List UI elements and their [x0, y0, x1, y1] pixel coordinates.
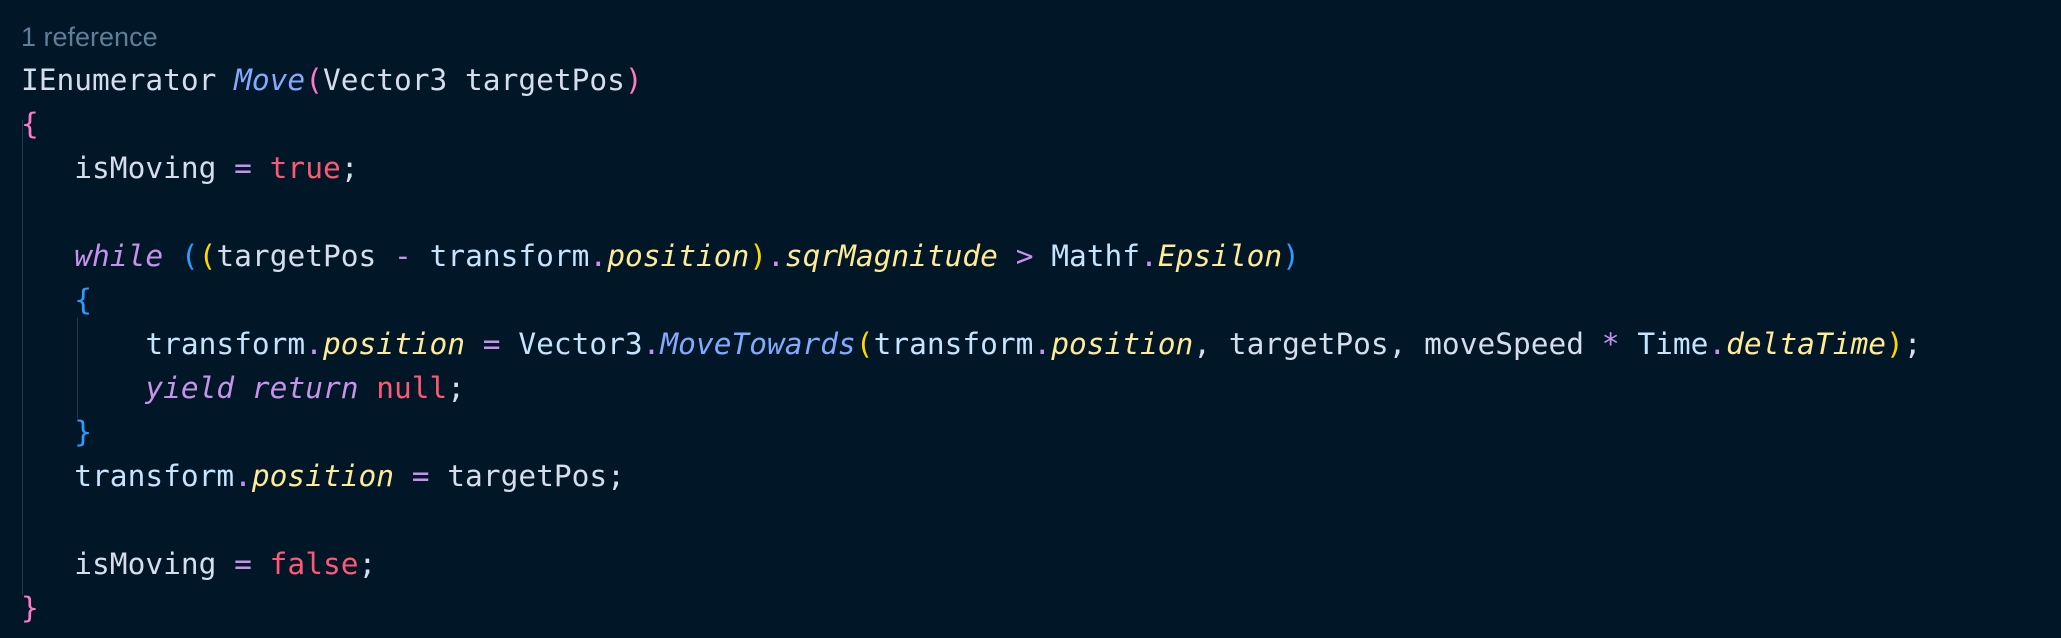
- codelens-references[interactable]: 1 reference: [21, 22, 158, 53]
- code-token: Mathf: [1051, 239, 1141, 273]
- code-token: =: [216, 151, 270, 185]
- code-token: false: [269, 547, 359, 581]
- code-token: true: [269, 151, 341, 185]
- code-line[interactable]: transform.position = Vector3.MoveTowards…: [21, 322, 1922, 366]
- code-token: , targetPos, moveSpeed: [1193, 327, 1585, 361]
- code-token: sqrMagnitude: [784, 239, 998, 273]
- code-token: .: [1708, 327, 1727, 361]
- code-token: transform: [21, 459, 235, 493]
- code-token: transform: [21, 327, 306, 361]
- code-token: position: [251, 459, 394, 493]
- code-token: .: [1140, 239, 1158, 273]
- code-token: Move: [234, 63, 306, 97]
- code-token: .: [642, 327, 661, 361]
- code-token: targetPos: [216, 239, 377, 273]
- code-token: Time: [1637, 327, 1709, 361]
- code-token: .: [589, 239, 608, 273]
- code-token: position: [322, 327, 466, 361]
- code-token: ): [749, 239, 768, 273]
- code-token: Vector3: [322, 63, 448, 97]
- code-token: ;: [607, 459, 625, 493]
- code-token: .: [234, 459, 252, 493]
- code-token: }: [74, 415, 93, 449]
- code-line[interactable]: }: [21, 586, 39, 630]
- code-token: (: [855, 327, 874, 361]
- code-token: isMoving: [21, 151, 217, 185]
- code-token: ): [624, 63, 643, 97]
- code-token: while: [74, 239, 164, 273]
- code-token: null: [376, 371, 448, 405]
- code-line[interactable]: while ((targetPos - transform.position).…: [21, 234, 1300, 278]
- code-token: yield: [145, 371, 235, 405]
- code-line[interactable]: {: [21, 102, 39, 146]
- code-token: targetPos: [447, 459, 608, 493]
- code-line[interactable]: isMoving = true;: [21, 146, 358, 190]
- code-token: return: [251, 371, 359, 405]
- code-line[interactable]: yield return null;: [21, 366, 465, 410]
- code-token: ;: [358, 547, 377, 581]
- code-token: Epsilon: [1157, 239, 1283, 273]
- code-token: .: [767, 239, 785, 273]
- code-token: =: [465, 327, 519, 361]
- code-editor[interactable]: 1 reference IEnumerator Move(Vector3 tar…: [0, 0, 2061, 638]
- code-token: transform: [873, 327, 1034, 361]
- code-line[interactable]: transform.position = targetPos;: [21, 454, 625, 498]
- code-token: deltaTime: [1726, 327, 1886, 361]
- code-token: ): [1282, 239, 1300, 273]
- code-token: isMoving: [21, 547, 217, 581]
- code-token: ;: [1903, 327, 1922, 361]
- code-token: -: [376, 239, 430, 273]
- code-token: MoveTowards: [660, 327, 856, 361]
- code-token: transform: [429, 239, 590, 273]
- code-token: .: [1033, 327, 1052, 361]
- code-line[interactable]: }: [21, 410, 92, 454]
- code-token: ;: [447, 371, 466, 405]
- code-token: position: [1051, 327, 1194, 361]
- code-token: =: [394, 459, 448, 493]
- code-token: targetPos: [447, 63, 625, 97]
- code-token: }: [21, 591, 39, 625]
- code-token: *: [1584, 327, 1638, 361]
- code-line[interactable]: {: [21, 278, 92, 322]
- code-token: position: [607, 239, 750, 273]
- code-token: ;: [340, 151, 359, 185]
- code-token: {: [21, 107, 39, 141]
- code-token: =: [216, 547, 270, 581]
- code-line[interactable]: IEnumerator Move(Vector3 targetPos): [21, 58, 643, 102]
- code-token: >: [997, 239, 1052, 273]
- code-token: (: [198, 239, 217, 273]
- code-token: IEnumerator: [21, 63, 217, 97]
- code-token: {: [74, 283, 93, 317]
- code-token: (: [305, 63, 323, 97]
- code-token: (: [180, 239, 199, 273]
- code-token: .: [305, 327, 323, 361]
- code-line[interactable]: isMoving = false;: [21, 542, 376, 586]
- code-token: ): [1885, 327, 1904, 361]
- code-token: Vector3: [518, 327, 643, 361]
